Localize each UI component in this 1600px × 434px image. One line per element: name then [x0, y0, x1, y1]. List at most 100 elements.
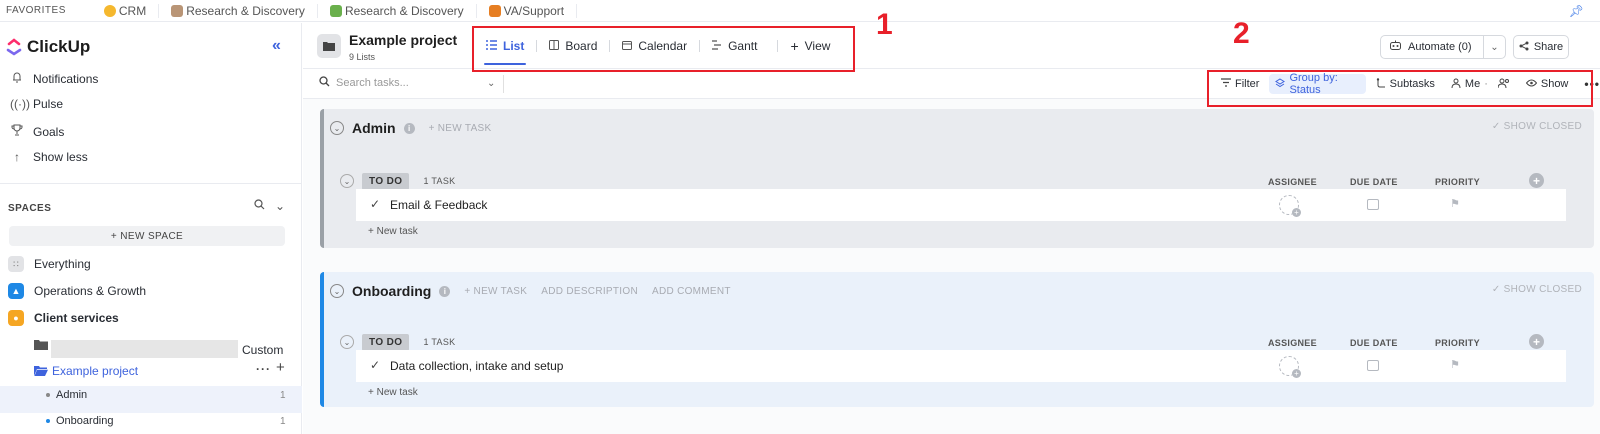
list-item[interactable]: Onboarding [46, 415, 114, 427]
new-task-button[interactable]: + New task [368, 387, 418, 398]
check-icon[interactable]: ✓ [370, 197, 380, 211]
info-icon[interactable]: i [439, 285, 451, 297]
column-assignee[interactable]: ASSIGNEE [1268, 338, 1317, 348]
trophy-icon [10, 124, 24, 139]
list-content: ⌄ Admin i + NEW TASK ✓ SHOW CLOSED ⌄ TO … [303, 99, 1600, 434]
bell-icon [10, 71, 24, 86]
dot-icon [46, 393, 50, 397]
collapse-sidebar-icon[interactable]: « [272, 37, 281, 55]
folder-icon [317, 34, 341, 58]
annotation-box-2 [1207, 70, 1593, 107]
nav-pulse[interactable]: ((·)) Pulse [10, 97, 63, 111]
more-icon[interactable]: ··· [256, 362, 271, 376]
chart-icon: ▲ [8, 283, 24, 299]
active-folder-label: Example project [52, 364, 139, 378]
flag-icon[interactable]: ⚑ [1450, 197, 1460, 210]
emoji-icon [103, 4, 116, 17]
space-item-everything[interactable]: ∷ Everything [8, 256, 91, 272]
collapse-icon[interactable]: ⌄ [340, 174, 354, 188]
arrow-up-icon: ↑ [14, 150, 20, 164]
page-title[interactable]: Example project [349, 32, 457, 48]
space-item-operations[interactable]: ▲ Operations & Growth [8, 283, 146, 299]
group-header: ⌄ Onboarding i + NEW TASK ADD DESCRIPTIO… [330, 283, 731, 299]
new-task-link[interactable]: + NEW TASK [429, 123, 492, 134]
show-closed-button[interactable]: ✓ SHOW CLOSED [1492, 284, 1582, 295]
favorite-item[interactable]: Research & Discovery [318, 3, 477, 18]
check-icon[interactable]: ✓ [370, 358, 380, 372]
add-column-icon[interactable]: + [1529, 173, 1544, 188]
share-button[interactable]: Share [1513, 35, 1569, 59]
sidebar: ClickUp « Notifications ((·)) Pulse Goal… [0, 23, 302, 434]
status-badge[interactable]: TO DO [362, 172, 410, 190]
search-icon[interactable] [254, 199, 265, 213]
assignee-icon[interactable] [1279, 356, 1301, 378]
add-description-link[interactable]: ADD DESCRIPTION [541, 286, 638, 297]
column-priority[interactable]: PRIORITY [1435, 338, 1480, 348]
favorite-item[interactable]: VA/Support [477, 3, 578, 18]
nav-goals[interactable]: Goals [10, 124, 64, 139]
search-icon [319, 76, 330, 90]
column-due-date[interactable]: DUE DATE [1350, 338, 1398, 348]
chevron-down-icon[interactable]: ⌄ [1483, 36, 1505, 58]
nav-show-less[interactable]: ↑ Show less [10, 150, 88, 164]
group-header: ⌄ Admin i + NEW TASK [330, 120, 491, 136]
task-name[interactable]: Email & Feedback [390, 198, 487, 212]
status-header: ⌄ TO DO 1 TASK [340, 172, 455, 190]
automate-button[interactable]: Automate (0) ⌄ [1380, 35, 1506, 59]
task-count: 1 TASK [423, 337, 456, 347]
table-row[interactable]: ✓ Email & Feedback ⚑ [356, 189, 1566, 221]
column-assignee[interactable]: ASSIGNEE [1268, 177, 1317, 187]
pin-icon[interactable]: 📌︎ [1569, 4, 1584, 18]
group-title[interactable]: Admin [352, 120, 396, 136]
search-input[interactable]: Search tasks... ⌄ [319, 76, 497, 90]
new-space-button[interactable]: + NEW SPACE [9, 226, 285, 246]
annotation-number-1: 1 [876, 8, 893, 41]
calendar-icon[interactable] [1367, 199, 1379, 210]
folder-custom-label: Custom [242, 343, 284, 357]
divider [0, 183, 302, 184]
grid-icon: ∷ [8, 256, 24, 272]
list-group-admin: ⌄ Admin i + NEW TASK ✓ SHOW CLOSED ⌄ TO … [320, 109, 1594, 248]
add-comment-link[interactable]: ADD COMMENT [652, 286, 731, 297]
status-header: ⌄ TO DO 1 TASK [340, 333, 455, 351]
table-row[interactable]: ✓ Data collection, intake and setup ⚑ [356, 350, 1566, 382]
show-closed-button[interactable]: ✓ SHOW CLOSED [1492, 121, 1582, 132]
favorites-bar: FAVORITES CRM Research & Discovery Resea… [0, 0, 1600, 22]
task-name[interactable]: Data collection, intake and setup [390, 359, 563, 373]
add-icon[interactable]: + [276, 359, 285, 376]
pulse-icon: ((·)) [10, 97, 30, 111]
column-priority[interactable]: PRIORITY [1435, 177, 1480, 187]
brand-logo[interactable]: ClickUp [6, 37, 90, 57]
collapse-icon[interactable]: ⌄ [340, 335, 354, 349]
list-item[interactable]: Admin [46, 389, 87, 401]
new-task-link[interactable]: + NEW TASK [464, 286, 527, 297]
spaces-tools: ⌄ [254, 199, 285, 213]
status-badge[interactable]: TO DO [362, 333, 410, 351]
annotation-number-2: 2 [1233, 17, 1250, 50]
favorite-item[interactable]: CRM [92, 3, 160, 18]
list-count: 1 [280, 390, 286, 401]
divider [503, 75, 504, 93]
share-icon [1519, 41, 1529, 54]
space-item-client-services[interactable]: ● Client services [8, 310, 119, 326]
group-title[interactable]: Onboarding [352, 283, 431, 299]
task-count: 1 TASK [423, 176, 456, 186]
add-column-icon[interactable]: + [1529, 334, 1544, 349]
new-task-button[interactable]: + New task [368, 226, 418, 237]
chevron-down-icon[interactable]: ⌄ [275, 199, 285, 213]
calendar-icon[interactable] [1367, 360, 1379, 371]
collapse-icon[interactable]: ⌄ [330, 284, 344, 298]
favorite-item[interactable]: Research & Discovery [159, 3, 318, 18]
info-icon[interactable]: i [403, 122, 415, 134]
chevron-down-icon[interactable]: ⌄ [487, 78, 495, 89]
nav-notifications[interactable]: Notifications [10, 71, 98, 86]
favorites-label: FAVORITES [6, 5, 66, 16]
flag-icon[interactable]: ⚑ [1450, 358, 1460, 371]
folder-open-icon [34, 365, 48, 379]
assignee-icon[interactable] [1279, 195, 1301, 217]
column-due-date[interactable]: DUE DATE [1350, 177, 1398, 187]
redacted-folder[interactable] [51, 340, 238, 358]
collapse-icon[interactable]: ⌄ [330, 121, 344, 135]
folder-icon [34, 339, 48, 353]
robot-icon [1389, 40, 1402, 54]
